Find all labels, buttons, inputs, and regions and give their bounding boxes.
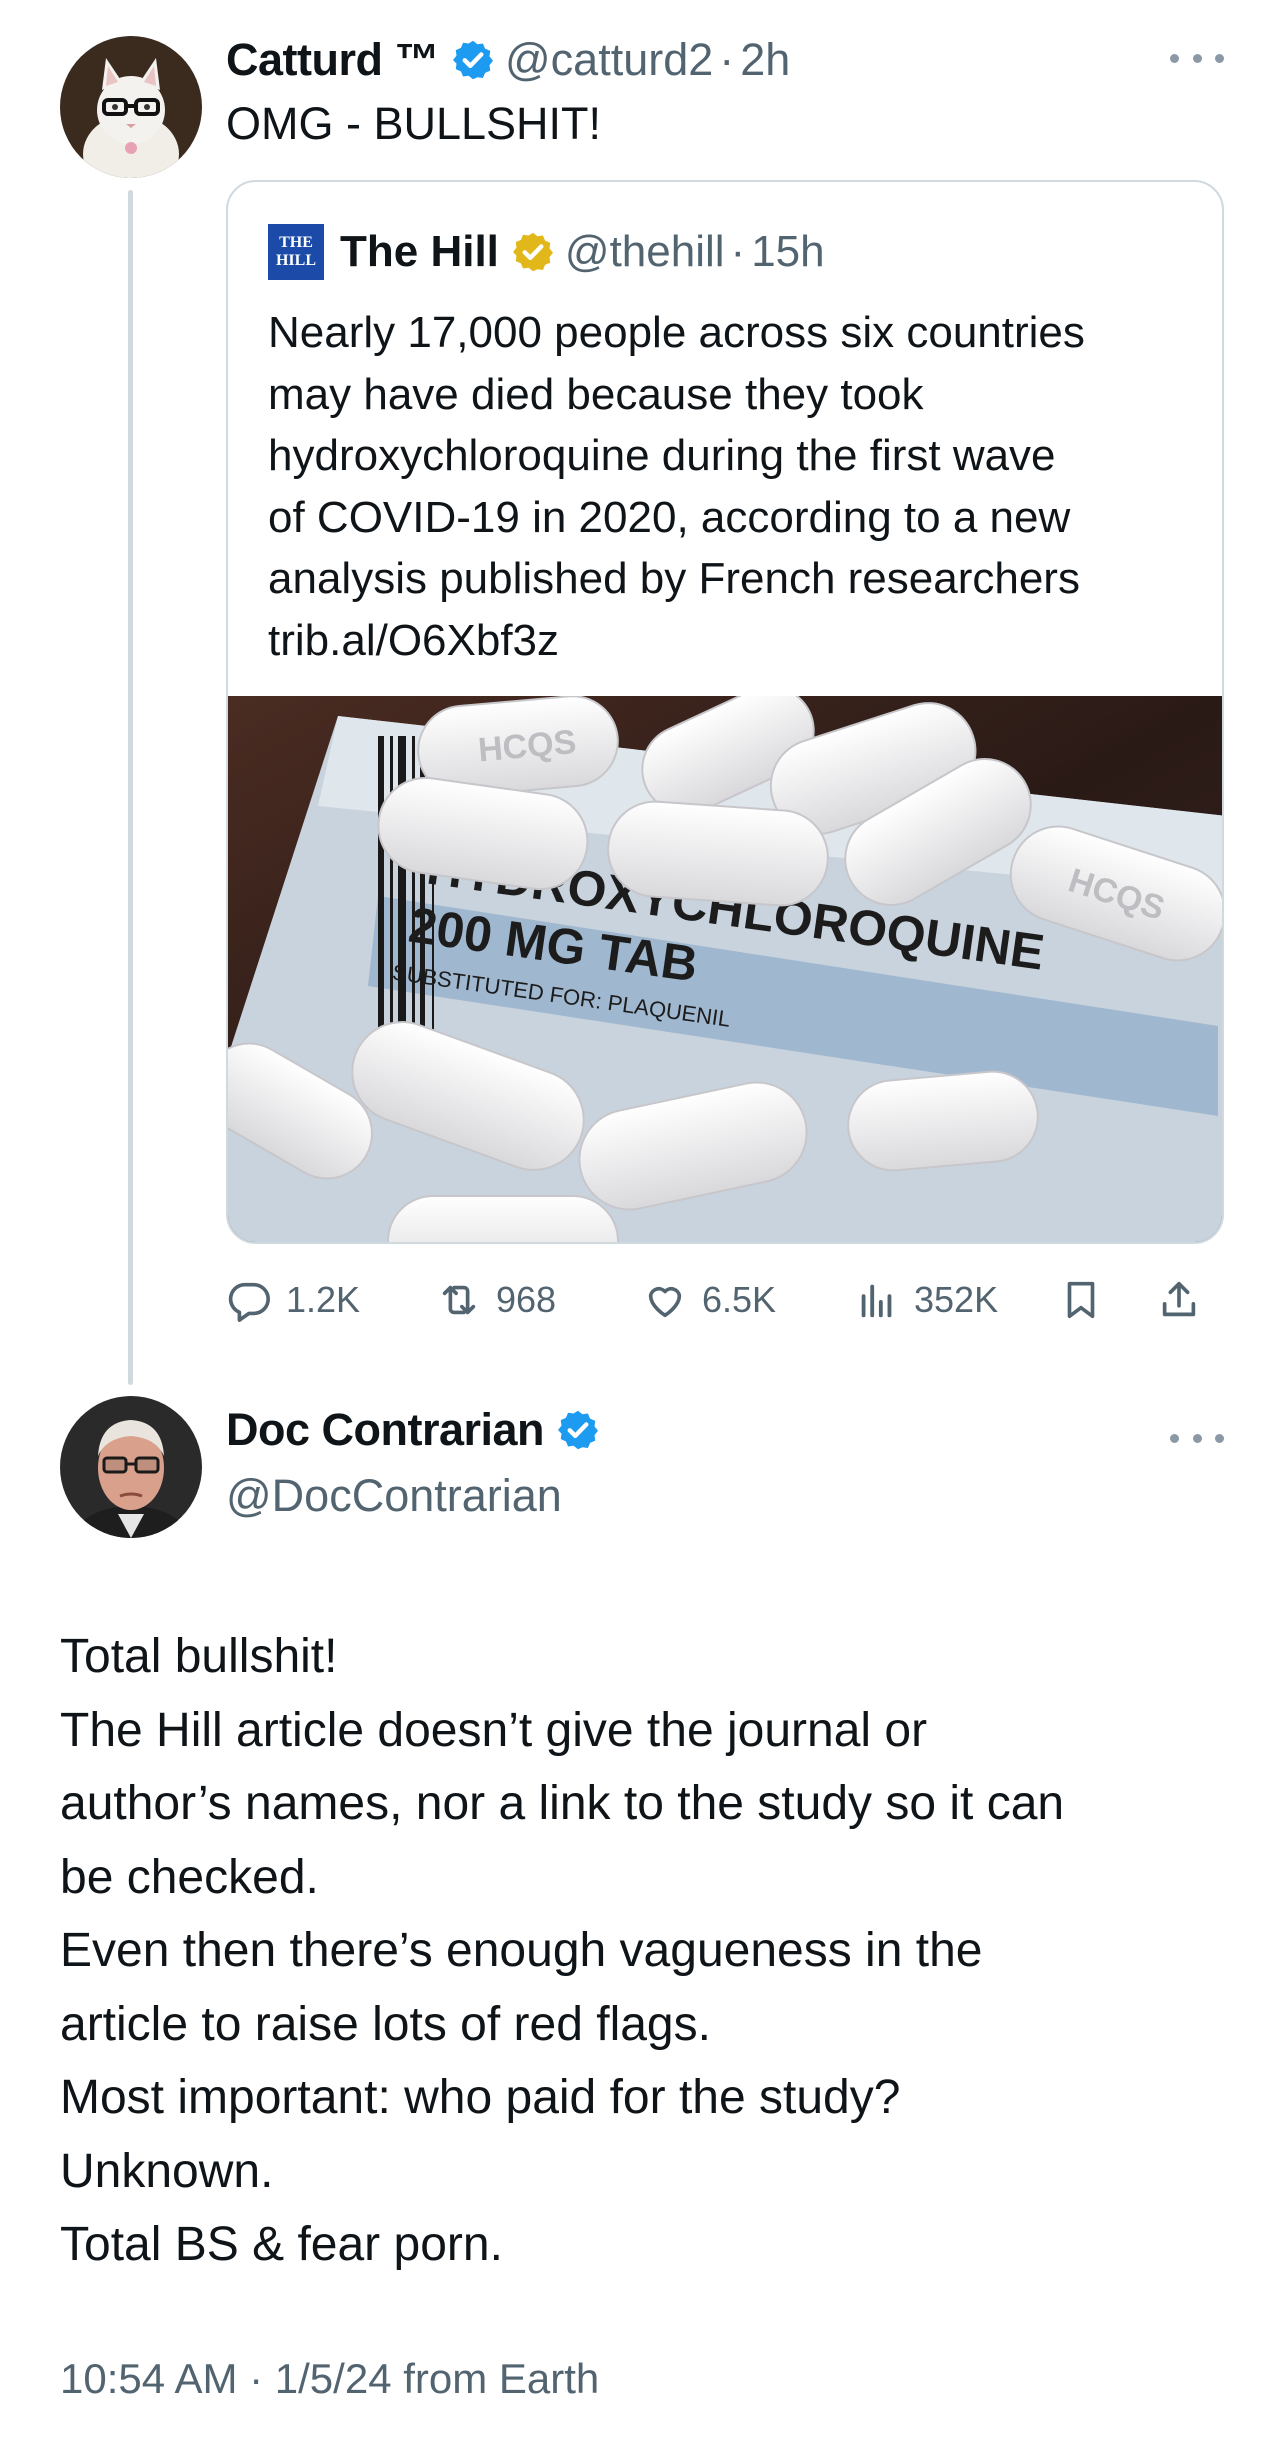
reply-button[interactable]: 1.2K — [226, 1270, 360, 1330]
quoted-text-line: analysis published by French researchers — [268, 554, 1080, 603]
quoted-link[interactable]: trib.al/O6Xbf3z — [268, 610, 1188, 672]
retweet-icon — [442, 1285, 476, 1315]
verified-badge-icon — [511, 230, 555, 274]
like-icon — [648, 1286, 682, 1318]
reply-count: 1.2K — [286, 1279, 361, 1320]
bookmark-button[interactable] — [1058, 1270, 1104, 1330]
reply-handle-row: @DocContrarian — [226, 1466, 562, 1526]
the-hill-logo: THE HILL — [268, 224, 324, 280]
reply-text-line: Total bullshit! — [60, 1630, 338, 1683]
separator-dot: · — [730, 227, 746, 276]
share-icon — [1162, 1281, 1196, 1317]
verified-badge-icon — [451, 38, 495, 82]
verified-badge-icon — [556, 1408, 600, 1452]
retweet-button[interactable]: 968 — [436, 1270, 556, 1330]
reply-text-line: be checked. — [60, 1850, 319, 1904]
share-button[interactable] — [1156, 1270, 1202, 1330]
like-button[interactable]: 6.5K — [642, 1270, 776, 1330]
reply-text-line: Total BS & fear porn. — [60, 2218, 503, 2271]
reply-text-line: The Hill article doesn’t give the journa… — [60, 1703, 928, 1757]
bookmark-icon — [1067, 1281, 1095, 1319]
quoted-author-name[interactable]: The Hill — [340, 227, 499, 277]
quoted-author-handle[interactable]: @thehill — [565, 227, 725, 277]
author-name[interactable]: Catturd ™ — [226, 34, 440, 86]
quoted-tweet-card[interactable]: THE HILL The Hill @thehill · 15h Nearly 1… — [226, 180, 1224, 1244]
author-handle[interactable]: @catturd2 — [505, 34, 713, 86]
more-icon[interactable] — [1170, 46, 1224, 70]
reply-icon — [228, 1282, 270, 1322]
main-tweet-header: Catturd ™ @catturd2 · 2h — [226, 30, 790, 90]
quoted-tweet-text: Nearly 17,000 people across six countrie… — [268, 302, 1188, 671]
reply-text-line: Most important: who paid for the study? — [60, 2071, 901, 2124]
retweet-count: 968 — [496, 1279, 557, 1320]
reply-author-name[interactable]: Doc Contrarian — [226, 1404, 545, 1456]
reply-text-line: Unknown. — [60, 2144, 274, 2198]
reply-timestamp[interactable]: 10:54 AM · 1/5/24 from Earth — [60, 2355, 599, 2403]
reply-text-line: author’s names, nor a link to the study … — [60, 1777, 1065, 1830]
quoted-text-line: Nearly 17,000 people across six countrie… — [268, 308, 1085, 357]
like-count: 6.5K — [702, 1279, 777, 1320]
main-tweet-text: OMG - BULLSHIT! — [226, 98, 602, 149]
pill-bottle-photo[interactable]: HYDROXYCHLOROQUINE 200 MG TAB SUBSTITUTE… — [228, 696, 1222, 1242]
reply-text-line: Even then there’s enough vagueness in th… — [60, 1924, 983, 1977]
reply-tweet-text: Total bullshit! The Hill article doesn’t… — [60, 1620, 1240, 2282]
more-icon[interactable] — [1170, 1426, 1224, 1450]
quoted-text-line: of COVID-19 in 2020, according to a new — [268, 492, 1071, 542]
views-button[interactable]: 352K — [854, 1270, 998, 1330]
views-icon — [861, 1284, 892, 1318]
doc-contrarian-avatar[interactable] — [60, 1396, 202, 1538]
reply-text-line: article to raise lots of red flags. — [60, 1997, 711, 2051]
quoted-text-line: may have died because they took — [268, 369, 924, 419]
tweet-time[interactable]: 2h — [740, 34, 790, 86]
quoted-text-line: hydroxychloroquine during the first wave — [268, 431, 1056, 480]
quoted-tweet-time[interactable]: 15h — [751, 227, 824, 277]
reply-author-handle[interactable]: @DocContrarian — [226, 1470, 562, 1522]
quoted-tweet-header: THE HILL The Hill @thehill · 15h — [268, 224, 825, 280]
tweet-action-bar: 1.2K 968 6.5K 352K — [226, 1270, 1226, 1330]
thread-connector-line — [128, 190, 133, 1385]
reply-author-name-row: Doc Contrarian — [226, 1400, 610, 1460]
views-count: 352K — [914, 1279, 999, 1320]
catturd-avatar[interactable] — [60, 36, 202, 178]
separator-dot: · — [719, 34, 735, 85]
